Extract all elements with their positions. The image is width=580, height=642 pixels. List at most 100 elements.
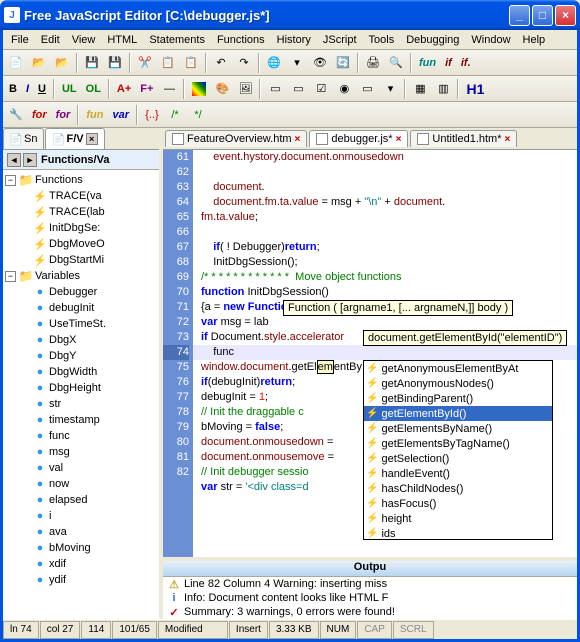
image-icon[interactable]: 🖼 bbox=[234, 78, 256, 100]
nav-next-icon[interactable]: ► bbox=[23, 153, 37, 167]
column-icon[interactable]: ▥ bbox=[432, 78, 454, 100]
editor-tab[interactable]: debugger.js*× bbox=[309, 130, 408, 147]
code-line[interactable]: document.fm.ta.value = msg + "\n" + docu… bbox=[193, 195, 577, 210]
tree-item[interactable]: ●xdif bbox=[5, 556, 157, 572]
forin-button[interactable]: for bbox=[52, 109, 75, 121]
h1-button[interactable]: H1 bbox=[462, 81, 488, 97]
tree-item[interactable]: ●str bbox=[5, 396, 157, 412]
bold-button[interactable]: B bbox=[5, 83, 21, 95]
cut-icon[interactable]: ✂️ bbox=[134, 52, 156, 74]
code-line[interactable]: function InitDbgSession() bbox=[193, 285, 577, 300]
fun-text[interactable]: fun bbox=[415, 57, 440, 69]
tab-close-icon[interactable]: × bbox=[295, 134, 301, 145]
menu-history[interactable]: History bbox=[271, 32, 317, 48]
fun-button[interactable]: fun bbox=[82, 109, 107, 121]
tree-item[interactable]: −📁Functions bbox=[5, 172, 157, 188]
paste-icon[interactable]: 📋 bbox=[180, 52, 202, 74]
tree-item[interactable]: ●elapsed bbox=[5, 492, 157, 508]
menu-functions[interactable]: Functions bbox=[211, 32, 271, 48]
var-button[interactable]: var bbox=[108, 109, 133, 121]
tree-item[interactable]: ●timestamp bbox=[5, 412, 157, 428]
tree-item[interactable]: ●msg bbox=[5, 444, 157, 460]
palette-icon[interactable]: 🎨 bbox=[211, 78, 233, 100]
editor-tab[interactable]: Untitled1.htm*× bbox=[410, 130, 517, 147]
menu-debugging[interactable]: Debugging bbox=[400, 32, 465, 48]
code-line[interactable] bbox=[193, 165, 577, 180]
autocomplete-item[interactable]: ⚡getElementsByName() bbox=[364, 421, 552, 436]
ul-button[interactable]: UL bbox=[58, 83, 81, 95]
comment-icon[interactable]: /* bbox=[164, 104, 186, 126]
tree-item[interactable]: ●ydif bbox=[5, 572, 157, 588]
underline-button[interactable]: U bbox=[34, 83, 50, 95]
tree-item[interactable]: −📁Variables bbox=[5, 268, 157, 284]
tree-item[interactable]: ●DbgWidth bbox=[5, 364, 157, 380]
tree-item[interactable]: ●ava bbox=[5, 524, 157, 540]
refresh-icon[interactable]: 🔄 bbox=[332, 52, 354, 74]
autocomplete-item[interactable]: ⚡getBindingParent() bbox=[364, 391, 552, 406]
code-line[interactable]: InitDbgSession(); bbox=[193, 255, 577, 270]
sidebar-tab-sn[interactable]: 📄Sn bbox=[3, 128, 44, 149]
code-line[interactable]: /* * * * * * * * * * * * Move object fun… bbox=[193, 270, 577, 285]
code-line[interactable]: document. bbox=[193, 180, 577, 195]
textarea-icon[interactable]: ▭ bbox=[356, 78, 378, 100]
tree-item[interactable]: ●Debugger bbox=[5, 284, 157, 300]
tree-item[interactable]: ⚡InitDbgSe: bbox=[5, 220, 157, 236]
tree-view[interactable]: −📁Functions⚡TRACE(va⚡TRACE(lab⚡InitDbgSe… bbox=[3, 170, 159, 619]
tree-item[interactable]: ●i bbox=[5, 508, 157, 524]
aplus-button[interactable]: A+ bbox=[113, 83, 135, 95]
autocomplete-popup[interactable]: ⚡getAnonymousElementByAt⚡getAnonymousNod… bbox=[363, 360, 553, 540]
code-line[interactable]: fm.ta.value; bbox=[193, 210, 577, 225]
color-icon[interactable] bbox=[188, 78, 210, 100]
code-line[interactable]: var msg = lab bbox=[193, 315, 577, 330]
maximize-button[interactable]: □ bbox=[532, 5, 553, 26]
autocomplete-item[interactable]: ⚡hasChildNodes() bbox=[364, 481, 552, 496]
menu-help[interactable]: Help bbox=[517, 32, 552, 48]
tree-toggle-icon[interactable]: − bbox=[5, 175, 16, 186]
radio-icon[interactable]: ◉ bbox=[333, 78, 355, 100]
ife-text[interactable]: if. bbox=[457, 57, 475, 69]
code-line[interactable]: event.hystory.document.onmousedown bbox=[193, 150, 577, 165]
new-file-icon[interactable]: 📄 bbox=[5, 52, 27, 74]
ol-button[interactable]: OL bbox=[82, 83, 105, 95]
brackets-icon[interactable]: {..} bbox=[141, 104, 163, 126]
autocomplete-item[interactable]: ⚡getElementById() bbox=[364, 406, 552, 421]
code-editor[interactable]: event.hystory.document.onmousedown docum… bbox=[193, 150, 577, 557]
tree-item[interactable]: ●DbgHeight bbox=[5, 380, 157, 396]
output-body[interactable]: ⚠Line 82 Column 4 Warning: inserting mis… bbox=[163, 577, 577, 619]
tree-item[interactable]: ⚡TRACE(lab bbox=[5, 204, 157, 220]
for-button[interactable]: for bbox=[28, 109, 51, 121]
tree-item[interactable]: ●DbgY bbox=[5, 348, 157, 364]
close-button[interactable]: × bbox=[555, 5, 576, 26]
tree-item[interactable]: ●func bbox=[5, 428, 157, 444]
search-icon[interactable]: 🔍 bbox=[385, 52, 407, 74]
browser-icon[interactable]: 🌐 bbox=[263, 52, 285, 74]
autocomplete-item[interactable]: ⚡height bbox=[364, 511, 552, 526]
code-line[interactable]: if( ! Debugger)return; bbox=[193, 240, 577, 255]
print-icon[interactable]: 🖨 bbox=[362, 52, 384, 74]
code-line[interactable]: func bbox=[193, 345, 577, 360]
tree-item[interactable]: ●DbgX bbox=[5, 332, 157, 348]
code-line[interactable] bbox=[193, 225, 577, 240]
output-line[interactable]: ⚠Line 82 Column 4 Warning: inserting mis… bbox=[163, 577, 577, 591]
menu-html[interactable]: HTML bbox=[101, 32, 143, 48]
open-file-icon[interactable]: 📂 bbox=[28, 52, 50, 74]
minimize-button[interactable]: _ bbox=[509, 5, 530, 26]
fplus-button[interactable]: F+ bbox=[136, 83, 157, 95]
menu-edit[interactable]: Edit bbox=[35, 32, 66, 48]
menu-file[interactable]: File bbox=[5, 32, 35, 48]
menu-window[interactable]: Window bbox=[465, 32, 516, 48]
tree-item[interactable]: ●UseTimeSt. bbox=[5, 316, 157, 332]
tree-item[interactable]: ●bMoving bbox=[5, 540, 157, 556]
tree-item[interactable]: ●now bbox=[5, 476, 157, 492]
save-icon[interactable]: 💾 bbox=[81, 52, 103, 74]
redo-icon[interactable]: ↷ bbox=[233, 52, 255, 74]
tab-close-icon[interactable]: × bbox=[86, 133, 98, 145]
menu-jscript[interactable]: JScript bbox=[317, 32, 363, 48]
nav-prev-icon[interactable]: ◄ bbox=[7, 153, 21, 167]
copy-icon[interactable]: 📋 bbox=[157, 52, 179, 74]
tool-icon[interactable]: 🔧 bbox=[5, 104, 27, 126]
autocomplete-item[interactable]: ⚡ids bbox=[364, 526, 552, 540]
italic-button[interactable]: I bbox=[22, 83, 33, 95]
menu-tools[interactable]: Tools bbox=[363, 32, 401, 48]
undo-icon[interactable]: ↶ bbox=[210, 52, 232, 74]
